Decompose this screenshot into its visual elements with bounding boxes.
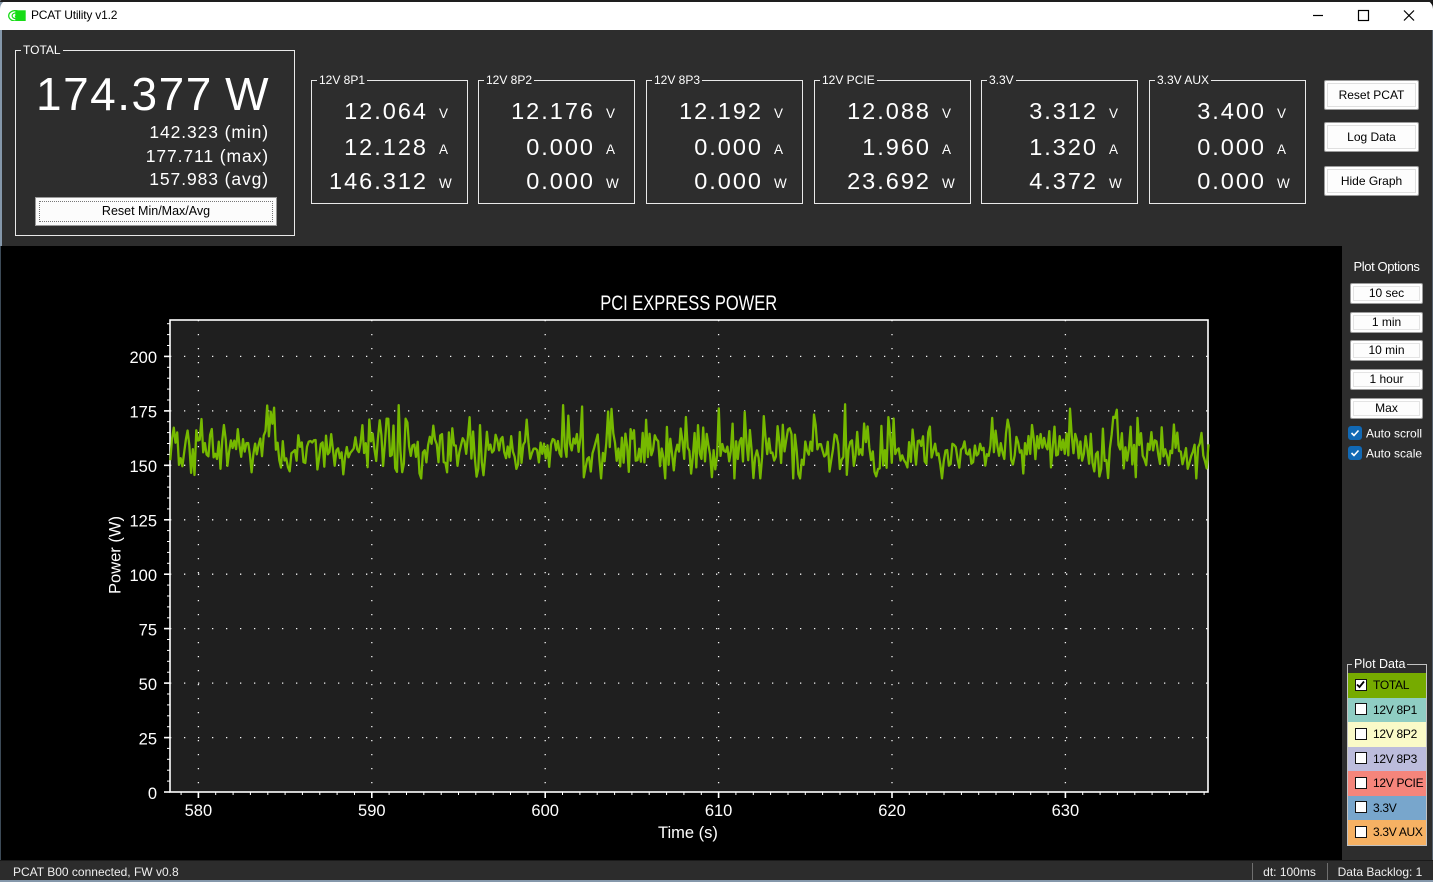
svg-text:0: 0 [148, 785, 157, 803]
svg-text:580: 580 [185, 802, 213, 820]
svg-text:630: 630 [1052, 802, 1080, 820]
svg-text:590: 590 [358, 802, 386, 820]
svg-text:50: 50 [139, 676, 157, 694]
svg-text:620: 620 [878, 802, 906, 820]
svg-text:150: 150 [129, 458, 157, 476]
svg-text:Power (W): Power (W) [107, 516, 125, 594]
svg-text:25: 25 [139, 730, 157, 748]
svg-text:175: 175 [129, 404, 157, 422]
svg-text:125: 125 [129, 513, 157, 531]
svg-text:PCI EXPRESS POWER: PCI EXPRESS POWER [600, 292, 777, 315]
svg-text:610: 610 [705, 802, 733, 820]
svg-text:200: 200 [129, 349, 157, 367]
svg-text:Time (s): Time (s) [658, 824, 718, 842]
svg-text:100: 100 [129, 567, 157, 585]
svg-text:600: 600 [531, 802, 559, 820]
svg-text:75: 75 [139, 621, 157, 639]
